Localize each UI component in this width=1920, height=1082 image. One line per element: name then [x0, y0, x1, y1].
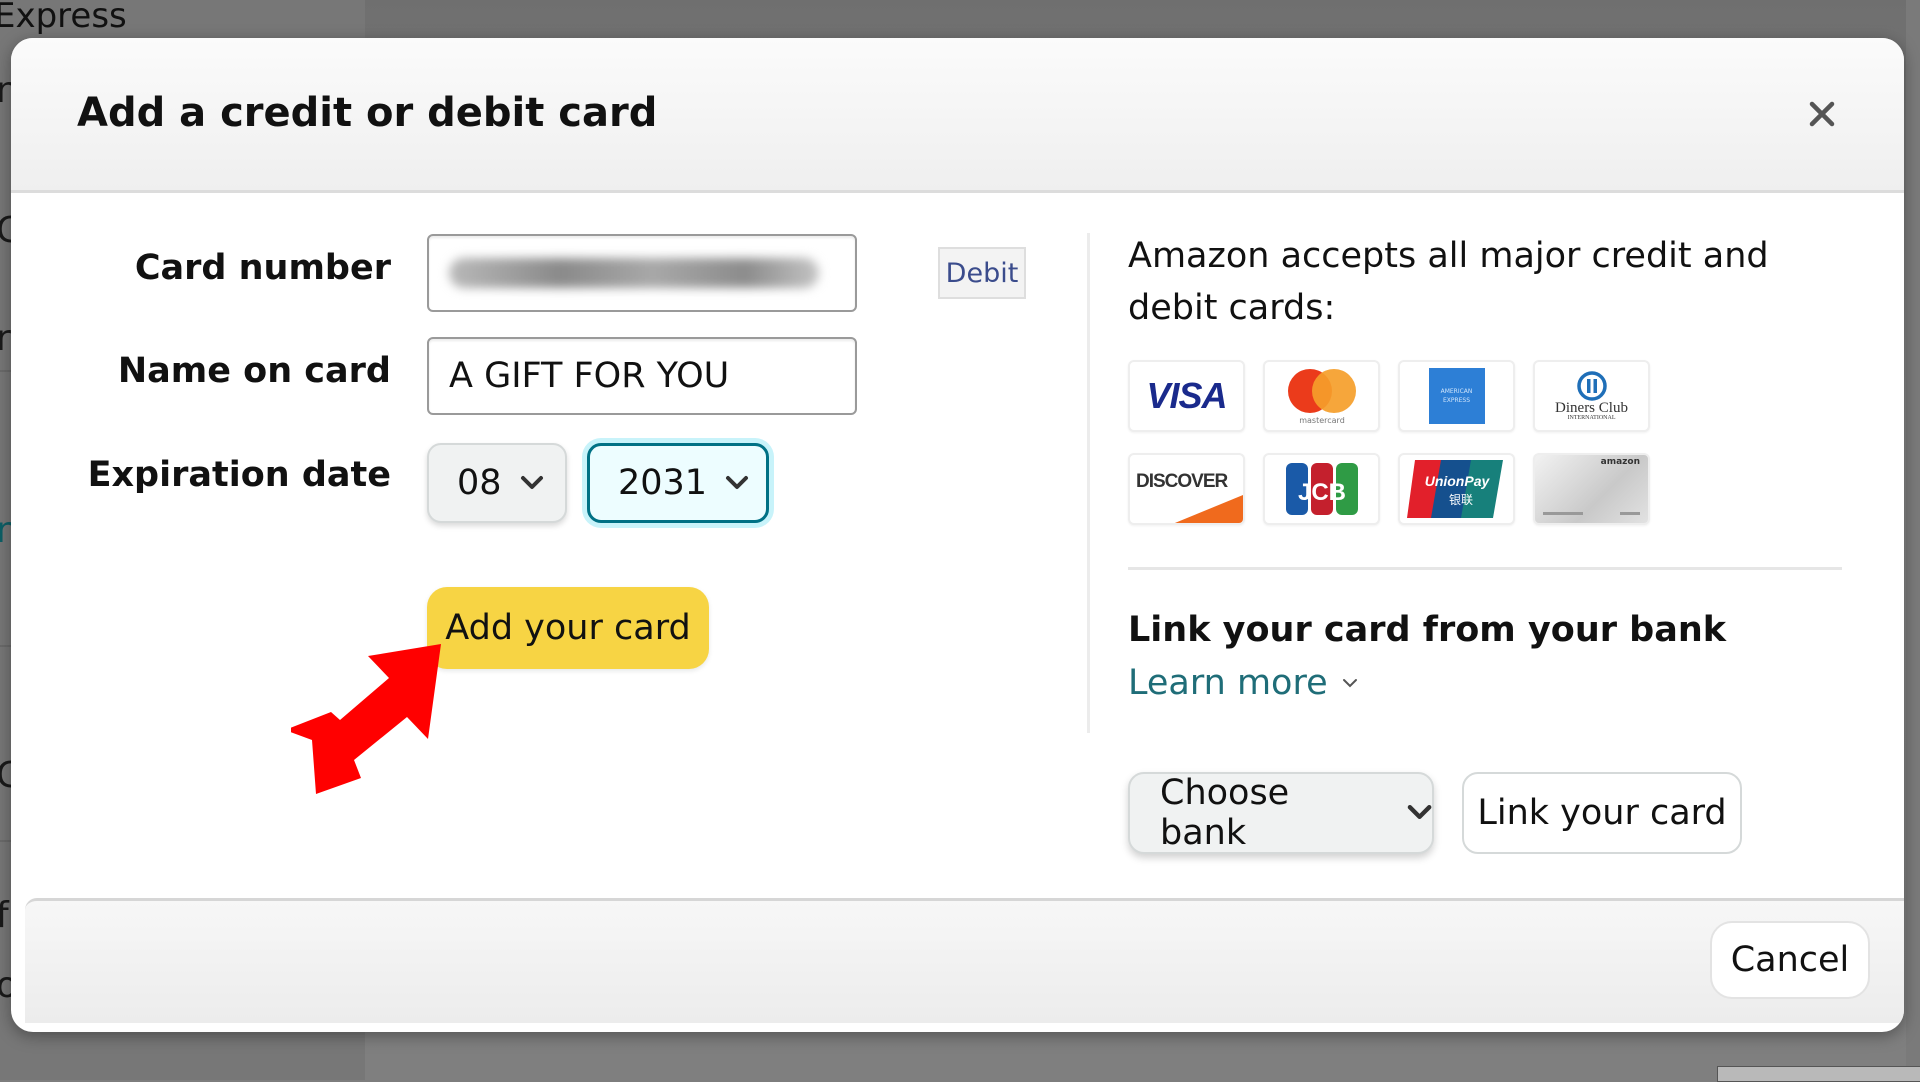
background-text-fragment: f	[0, 895, 9, 936]
chevron-down-icon	[1407, 805, 1432, 820]
svg-text:JCB: JCB	[1297, 479, 1345, 506]
name-on-card-input[interactable]: A GIFT FOR YOU	[427, 337, 857, 415]
mastercard-logo: mastercard	[1263, 360, 1380, 432]
close-button[interactable]	[1802, 94, 1842, 134]
learn-more-label: Learn more	[1128, 663, 1328, 703]
expiration-year-value: 2031	[618, 463, 708, 503]
svg-text:银联: 银联	[1448, 493, 1472, 507]
expiration-month-select[interactable]: 08	[427, 443, 567, 523]
learn-more-link[interactable]: Learn more	[1128, 663, 1358, 703]
svg-text:mastercard: mastercard	[1299, 416, 1345, 425]
expiration-month-value: 08	[457, 463, 502, 503]
jcb-logo: JCB	[1263, 453, 1380, 525]
accepted-cards-text: Amazon accepts all major credit and debi…	[1128, 236, 1769, 328]
name-on-card-label: Name on card	[117, 351, 391, 391]
amazon-card-text: amazon	[1600, 457, 1640, 467]
chevron-down-icon	[1342, 679, 1357, 688]
link-your-card-button[interactable]: Link your card	[1462, 772, 1742, 854]
unionpay-logo: UnionPay 银联	[1398, 453, 1515, 525]
background-text-fragment: r	[0, 318, 11, 359]
choose-bank-label: Choose bank	[1160, 773, 1290, 853]
column-divider	[1087, 233, 1090, 733]
amex-logo-text: AMERICAN EXPRESS	[1440, 388, 1473, 404]
unionpay-icon: UnionPay 银联	[1406, 460, 1503, 518]
background-right-strip	[1906, 0, 1920, 1080]
card-number-label: Card number	[134, 248, 391, 288]
chevron-down-icon	[520, 476, 543, 489]
diners-club-text: Diners Club	[1555, 400, 1628, 416]
expiration-year-select[interactable]: 2031	[587, 443, 769, 523]
diners-club-subtext: INTERNATIONAL	[1567, 415, 1616, 421]
modal-title: Add a credit or debit card	[77, 90, 658, 136]
annotation-arrow-icon	[291, 644, 441, 794]
diners-club-logo: Diners Club INTERNATIONAL	[1533, 360, 1650, 432]
cancel-button[interactable]: Cancel	[1710, 921, 1870, 999]
background-heading: Express	[0, 0, 127, 36]
american-express-logo: AMERICAN EXPRESS	[1398, 360, 1515, 432]
add-card-modal: Add a credit or debit card Card number D…	[11, 38, 1904, 1032]
svg-text:UnionPay: UnionPay	[1424, 473, 1490, 489]
name-on-card-value: A GIFT FOR YOU	[449, 356, 730, 396]
close-icon	[1809, 101, 1835, 127]
visa-logo-text: VISA	[1146, 375, 1227, 416]
chevron-down-icon	[726, 476, 749, 489]
link-bank-heading: Link your card from your bank	[1128, 610, 1727, 650]
section-divider	[1128, 567, 1842, 570]
diners-club-icon	[1576, 371, 1607, 401]
redacted-card-number	[449, 258, 819, 288]
jcb-icon: JCB	[1285, 463, 1358, 515]
amazon-store-card-logo: amazon	[1533, 453, 1650, 525]
modal-header: Add a credit or debit card	[11, 38, 1904, 193]
discover-swoosh-icon	[1174, 495, 1243, 523]
discover-logo: DISCOVER	[1128, 453, 1245, 525]
add-your-card-button[interactable]: Add your card	[427, 587, 709, 669]
visa-logo: VISA	[1128, 360, 1245, 432]
card-type-badge: Debit	[938, 247, 1026, 299]
card-number-input[interactable]	[427, 234, 857, 312]
mastercard-icon: mastercard	[1287, 369, 1356, 425]
choose-bank-select[interactable]: Choose bank	[1128, 772, 1434, 854]
card-logo-grid: VISA mastercard AMERICAN EXPRESS Diners …	[1128, 360, 1650, 525]
expiration-date-label: Expiration date	[87, 455, 391, 495]
modal-footer: Cancel	[25, 898, 1904, 1023]
